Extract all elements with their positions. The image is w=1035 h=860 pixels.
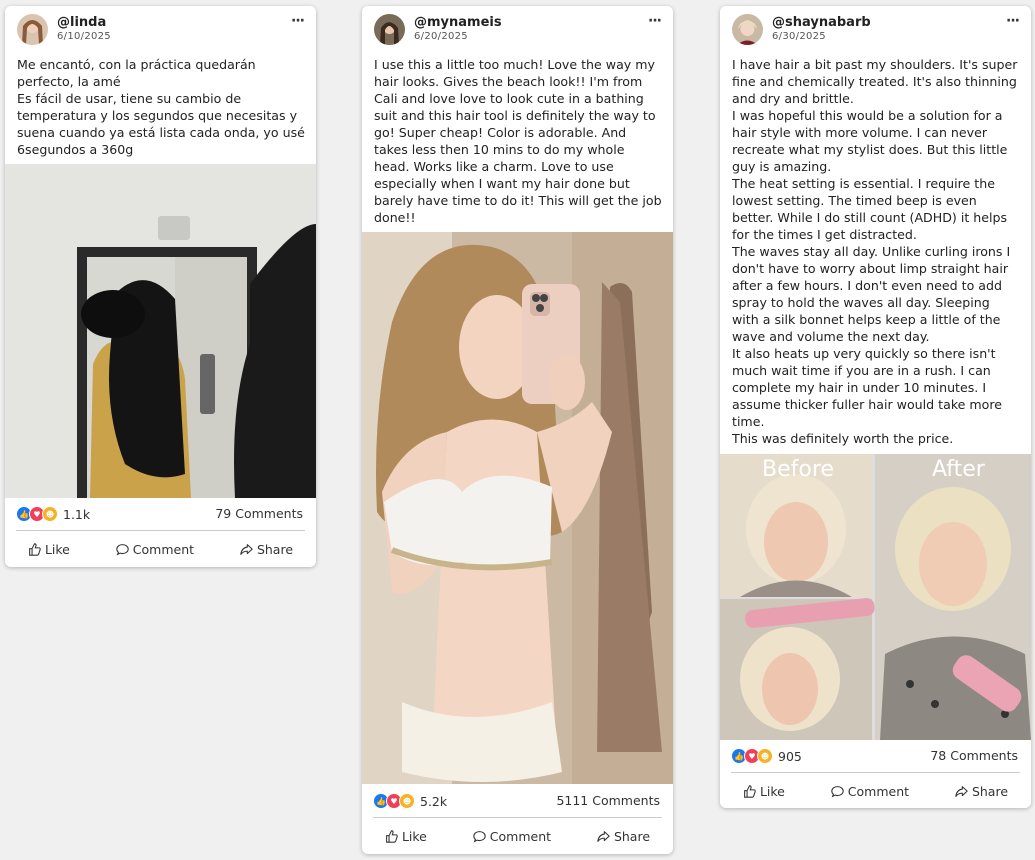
post-header: @mynameis 6/20/2025 ··· [362,6,673,56]
thumbs-up-icon [386,829,398,843]
username[interactable]: @mynameis [414,15,502,30]
after-label: After [932,457,986,482]
reaction-count: 5.2k [420,793,448,809]
share-icon [955,785,968,797]
post-header: @shaynabarb 6/30/2025 ··· [720,6,1031,56]
reaction-count: 1.1k [63,506,91,522]
username[interactable]: @shaynabarb [772,15,871,30]
divider [16,530,305,531]
like-button[interactable]: Like [379,823,433,849]
share-label: Share [971,783,1009,799]
share-icon [240,543,253,555]
care-reaction-icon: ☻ [399,793,415,809]
comment-icon [473,830,486,842]
post-image[interactable]: Before After [720,454,1031,740]
comment-label: Comment [847,783,910,799]
post-text: I use this a little too much! Love the w… [374,57,662,225]
care-reaction-icon: ☻ [42,506,58,522]
share-button[interactable]: Share [234,536,299,562]
post-stats: 👍 ♥ ☻ 1.1k 79 Comments [5,502,316,528]
reaction-summary[interactable]: 👍 ♥ ☻ 905 [731,748,802,764]
divider [731,772,1020,773]
comment-icon [116,543,129,555]
share-button[interactable]: Share [949,778,1014,804]
more-options-icon[interactable]: ··· [648,13,662,29]
post-actions: Like Comment Share [720,778,1031,804]
share-label: Share [256,541,294,557]
avatar[interactable] [17,14,48,45]
more-options-icon[interactable]: ··· [291,13,305,29]
comment-count[interactable]: 5111 Comments [556,793,660,808]
post-text: I have hair a bit past my shoulders. It'… [732,57,1018,446]
like-button[interactable]: Like [22,536,76,562]
comment-count[interactable]: 78 Comments [930,748,1018,763]
share-icon [597,830,610,842]
reaction-summary[interactable]: 👍 ♥ ☻ 5.2k [373,793,447,809]
post-stats: 👍 ♥ ☻ 905 78 Comments [720,744,1031,770]
post-image[interactable] [362,232,673,784]
reaction-summary[interactable]: 👍 ♥ ☻ 1.1k [16,506,90,522]
post-image[interactable] [5,164,316,498]
care-reaction-icon: ☻ [757,748,773,764]
like-button[interactable]: Like [737,778,791,804]
post-card: @mynameis 6/20/2025 ··· I use this a lit… [362,6,673,854]
post-card: @shaynabarb 6/30/2025 ··· I have hair a … [720,6,1031,808]
post-date: 6/20/2025 [414,31,468,42]
post-actions: Like Comment Share [362,823,673,849]
avatar[interactable] [374,14,405,45]
post-card: @linda 6/10/2025 ··· Me encantó, con la … [5,6,316,567]
post-header: @linda 6/10/2025 ··· [5,6,316,56]
like-label: Like [44,541,70,557]
post-date: 6/30/2025 [772,31,826,42]
comment-button[interactable]: Comment [110,536,200,562]
thumbs-up-icon [29,542,41,556]
comment-button[interactable]: Comment [467,823,557,849]
share-button[interactable]: Share [591,823,656,849]
comment-button[interactable]: Comment [825,778,915,804]
like-label: Like [759,783,785,799]
comment-label: Comment [132,541,195,557]
thumbs-up-icon [744,784,756,798]
avatar[interactable] [732,14,763,45]
username[interactable]: @linda [57,15,106,30]
post-actions: Like Comment Share [5,536,316,562]
share-label: Share [613,828,651,844]
like-label: Like [401,828,427,844]
reaction-count: 905 [778,748,802,764]
comment-label: Comment [489,828,552,844]
more-options-icon[interactable]: ··· [1006,13,1020,29]
post-date: 6/10/2025 [57,31,111,42]
comment-count[interactable]: 79 Comments [215,506,303,521]
post-stats: 👍 ♥ ☻ 5.2k 5111 Comments [362,789,673,815]
before-label: Before [762,457,834,482]
comment-icon [831,785,844,797]
post-text: Me encantó, con la práctica quedarán per… [17,57,305,157]
divider [373,817,662,818]
